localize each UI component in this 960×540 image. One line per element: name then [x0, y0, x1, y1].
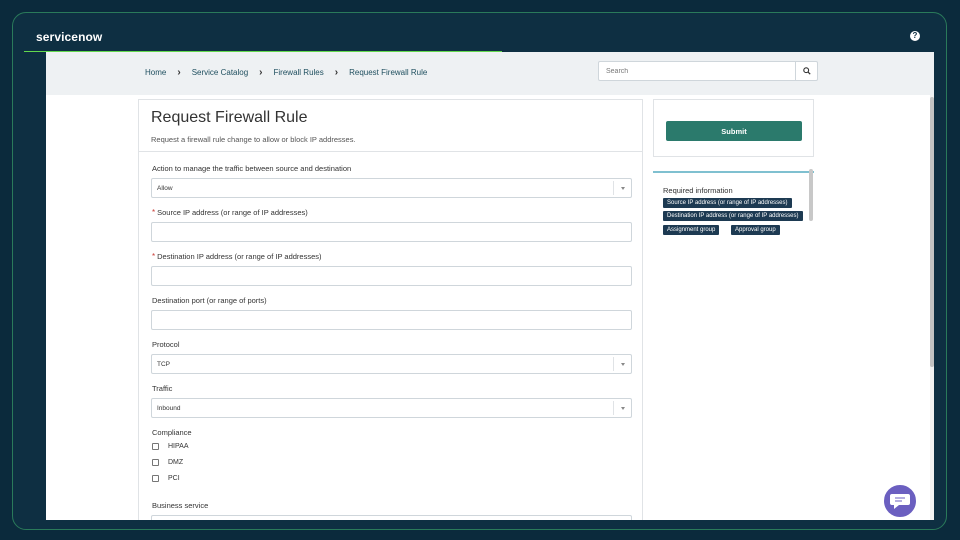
page-scrollbar-thumb[interactable]	[930, 97, 934, 367]
compliance-option-hipaa[interactable]: HIPAA	[152, 443, 189, 450]
header-band: Home › Service Catalog › Firewall Rules …	[46, 52, 934, 95]
chevron-down-icon	[620, 186, 625, 190]
chevron-right-icon: ›	[259, 66, 263, 78]
help-icon[interactable]: ?	[910, 31, 920, 41]
required-mark: *	[152, 252, 156, 261]
breadcrumb-service-catalog[interactable]: Service Catalog	[192, 68, 248, 77]
dest-ip-input[interactable]	[151, 266, 632, 286]
dest-ip-label: * Destination IP address (or range of IP …	[152, 252, 322, 261]
traffic-value: Inbound	[157, 405, 181, 412]
required-info-title: Required information	[663, 186, 733, 195]
source-ip-label: * Source IP address (or range of IP addre…	[152, 208, 308, 217]
checkbox[interactable]	[152, 475, 159, 482]
required-info-panel: Required information Source IP address (…	[653, 171, 814, 239]
submit-button[interactable]: Submit	[666, 121, 802, 141]
protocol-select[interactable]: TCP	[151, 354, 632, 374]
compliance-option-dmz[interactable]: DMZ	[152, 459, 183, 466]
required-tag[interactable]: Assignment group	[663, 225, 720, 235]
breadcrumb-current: Request Firewall Rule	[349, 68, 428, 77]
search-icon	[802, 67, 811, 75]
top-bar: servicenow ?	[24, 24, 934, 52]
breadcrumb: Home › Service Catalog › Firewall Rules …	[145, 66, 428, 78]
compliance-label: Compliance	[152, 428, 192, 437]
chevron-right-icon: ›	[334, 66, 339, 78]
required-tag[interactable]: Destination IP address (or range of IP a…	[663, 211, 803, 221]
required-panel-scrollbar[interactable]	[809, 169, 813, 221]
chevron-down-icon	[620, 406, 625, 410]
form-header: Request Firewall Rule Request a firewall…	[139, 100, 642, 152]
chevron-down-icon	[620, 362, 625, 366]
traffic-label: Traffic	[152, 384, 173, 393]
breadcrumb-firewall-rules[interactable]: Firewall Rules	[274, 68, 324, 77]
dest-port-input[interactable]	[151, 310, 632, 330]
action-value: Allow	[157, 185, 173, 192]
checkbox[interactable]	[152, 459, 159, 466]
protocol-value: TCP	[157, 361, 170, 368]
action-label: Action to manage the traffic between sou…	[152, 164, 352, 173]
action-select[interactable]: Allow	[151, 178, 632, 198]
protocol-label: Protocol	[152, 340, 180, 349]
compliance-option-pci[interactable]: PCI	[152, 475, 180, 482]
portal-screen: Home › Service Catalog › Firewall Rules …	[46, 52, 934, 520]
chat-icon	[890, 494, 910, 509]
required-tag[interactable]: Source IP address (or range of IP addres…	[663, 198, 792, 208]
business-service-label: Business service	[152, 501, 209, 510]
breadcrumb-home[interactable]: Home	[145, 68, 166, 77]
checkbox[interactable]	[152, 443, 159, 450]
source-ip-input[interactable]	[151, 222, 632, 242]
request-form: Request Firewall Rule Request a firewall…	[138, 99, 643, 520]
required-mark: *	[152, 208, 156, 217]
form-title: Request Firewall Rule	[151, 109, 308, 126]
required-tag[interactable]: Approval group	[731, 225, 780, 235]
servicenow-logo: servicenow	[36, 30, 103, 44]
search-button[interactable]	[795, 62, 817, 80]
chevron-right-icon: ›	[177, 66, 181, 78]
submit-panel: Submit	[653, 99, 814, 157]
form-description: Request a firewall rule change to allow …	[151, 135, 356, 144]
chat-button[interactable]	[882, 483, 918, 519]
search-box	[598, 61, 818, 81]
dest-port-label: Destination port (or range of ports)	[152, 296, 267, 305]
search-input[interactable]	[599, 62, 795, 80]
traffic-select[interactable]: Inbound	[151, 398, 632, 418]
business-service-input[interactable]	[151, 515, 632, 520]
